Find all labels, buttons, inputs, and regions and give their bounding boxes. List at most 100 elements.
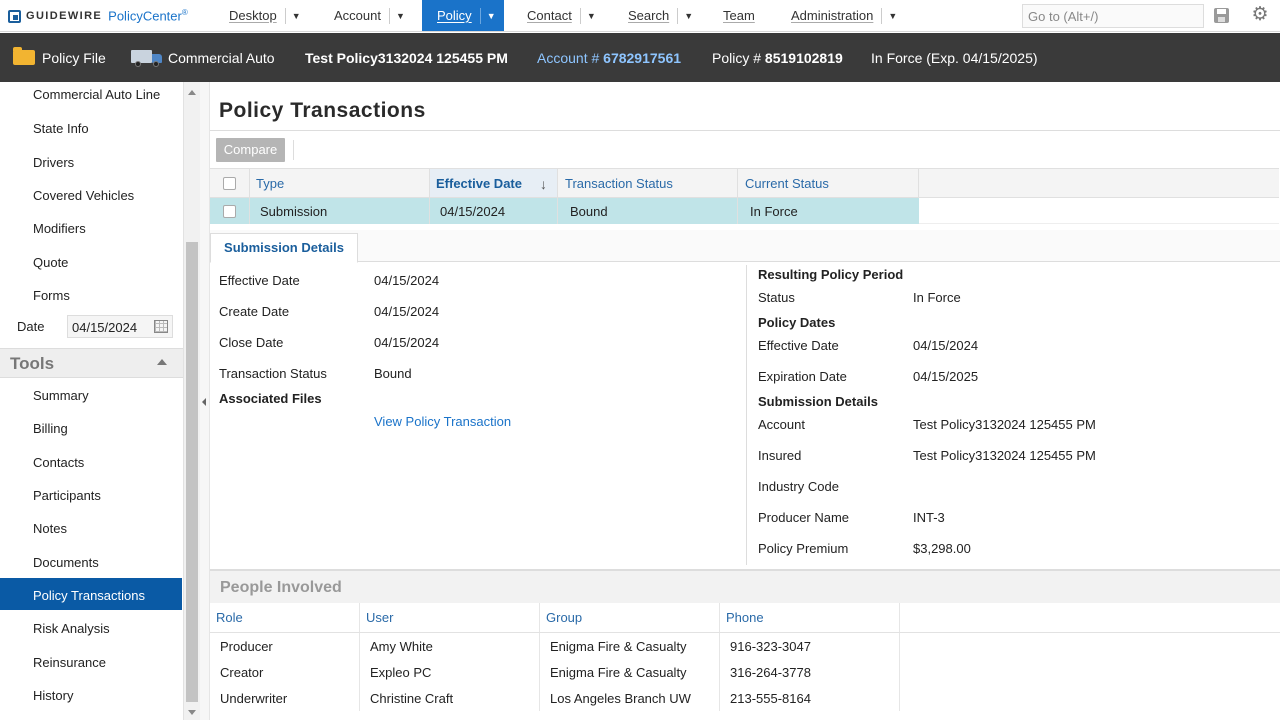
tab-submission-details[interactable]: Submission Details [210, 233, 358, 263]
sidebar-item-quote[interactable]: Quote [33, 255, 68, 270]
cell-phone: 916-323-3047 [720, 633, 900, 659]
chevron-down-icon[interactable]: ▼ [388, 7, 405, 24]
insured-name: Test Policy3132024 125455 PM [305, 49, 508, 66]
detail-value-account: Test Policy3132024 125455 PM [913, 417, 1096, 432]
sidebar-item-summary[interactable]: Summary [33, 388, 89, 403]
cell-phone: 316-264-3778 [720, 659, 900, 685]
column-header-type[interactable]: Type [250, 169, 430, 197]
cell-role: Creator [210, 659, 360, 685]
row-checkbox[interactable] [223, 204, 236, 218]
scroll-up-icon[interactable] [188, 90, 196, 95]
sidebar-item-policy-transactions[interactable]: Policy Transactions [33, 588, 145, 603]
gear-icon[interactable]: ⚙ [1250, 5, 1270, 25]
tools-header[interactable]: Tools [0, 348, 183, 378]
column-header-transaction-status[interactable]: Transaction Status [558, 169, 738, 197]
detail-label-policy-effective-date: Effective Date [758, 338, 839, 353]
sidebar-item-commercial-auto-line[interactable]: Commercial Auto Line [33, 87, 160, 102]
row-checkbox-cell[interactable] [210, 198, 250, 224]
detail-label-close-date: Close Date [219, 335, 284, 350]
detail-value-policy-effective-date: 04/15/2024 [913, 338, 979, 353]
policy-dates-heading: Policy Dates [758, 315, 836, 330]
chevron-down-icon[interactable]: ▼ [677, 7, 693, 24]
nav-team[interactable]: Team [723, 0, 755, 31]
panel-splitter[interactable] [200, 82, 210, 720]
sidebar-item-billing[interactable]: Billing [33, 421, 68, 436]
sidebar-item-reinsurance[interactable]: Reinsurance [33, 655, 106, 670]
detail-value-transaction-status: Bound [374, 366, 412, 381]
sidebar: Commercial Auto Line State Info Drivers … [0, 82, 183, 720]
detail-value-producer-name: INT-3 [913, 510, 945, 525]
column-header-group[interactable]: Group [540, 603, 720, 632]
line-of-business: Commercial Auto [131, 33, 275, 82]
column-header-phone[interactable]: Phone [720, 603, 900, 632]
sidebar-item-state-info[interactable]: State Info [33, 121, 89, 136]
sidebar-item-documents[interactable]: Documents [33, 555, 99, 570]
chevron-down-icon[interactable]: ▼ [479, 7, 496, 24]
cell-user[interactable]: Amy White [360, 633, 540, 659]
sidebar-item-forms[interactable]: Forms [33, 288, 70, 303]
cell-effective-date: 04/15/2024 [430, 198, 558, 224]
select-all-checkbox-cell[interactable] [210, 169, 250, 197]
people-involved-header: People Involved [210, 569, 1280, 603]
sidebar-item-participants[interactable]: Participants [33, 488, 101, 503]
sidebar-item-covered-vehicles[interactable]: Covered Vehicles [33, 188, 134, 203]
sidebar-item-drivers[interactable]: Drivers [33, 155, 74, 170]
details-tab-bar: Submission Details [210, 230, 1280, 263]
sort-descending-icon: ↓ [540, 176, 547, 192]
top-navigation: GUIDEWIRE PolicyCenter® Desktop ▼ Accoun… [0, 0, 1280, 32]
nav-account[interactable]: Account ▼ [334, 0, 405, 31]
page-title: Policy Transactions [219, 99, 426, 122]
policy-status: In Force (Exp. 04/15/2025) [871, 49, 1038, 66]
column-header-current-status[interactable]: Current Status [738, 169, 919, 197]
cell-group: Los Angeles Branch UW [540, 685, 720, 711]
table-header-row: Type Effective Date ↓ Transaction Status… [210, 168, 1279, 198]
sidebar-scrollbar[interactable] [183, 82, 200, 720]
cell-user[interactable]: Expleo PC [360, 659, 540, 685]
chevron-down-icon[interactable]: ▼ [284, 7, 301, 24]
calendar-icon[interactable] [154, 320, 168, 333]
date-label: Date [17, 319, 45, 334]
sidebar-item-risk-analysis[interactable]: Risk Analysis [33, 621, 110, 636]
cell-role: Underwriter [210, 685, 360, 711]
policy-file-label[interactable]: Policy File [13, 33, 106, 82]
table-row: Underwriter Christine Craft Los Angeles … [210, 685, 900, 711]
nav-desktop[interactable]: Desktop ▼ [229, 0, 301, 31]
cell-user[interactable]: Christine Craft [360, 685, 540, 711]
detail-value-effective-date: 04/15/2024 [374, 273, 440, 288]
collapse-left-icon[interactable] [202, 398, 206, 406]
column-header-user[interactable]: User [360, 603, 540, 632]
account-link[interactable]: Account # 6782917561 [537, 33, 681, 82]
view-policy-transaction-link[interactable]: View Policy Transaction [374, 414, 511, 429]
compare-button[interactable]: Compare [216, 138, 285, 162]
sidebar-item-notes[interactable]: Notes [33, 521, 67, 536]
save-icon[interactable] [1214, 8, 1229, 23]
table-row[interactable]: Submission 04/15/2024 Bound In Force [210, 198, 919, 224]
chevron-down-icon[interactable]: ▼ [881, 7, 897, 24]
sidebar-item-contacts[interactable]: Contacts [33, 455, 84, 470]
goto-input[interactable]: Go to (Alt+/) [1022, 4, 1204, 28]
scrollbar-thumb[interactable] [186, 242, 198, 702]
table-row-filler [919, 198, 1279, 224]
date-input[interactable]: 04/15/2024 [67, 315, 173, 338]
select-all-checkbox[interactable] [223, 176, 236, 190]
column-header-role[interactable]: Role [210, 603, 360, 632]
sidebar-item-history[interactable]: History [33, 688, 73, 703]
detail-value-insured: Test Policy3132024 125455 PM [913, 448, 1096, 463]
collapse-icon[interactable] [157, 359, 167, 365]
detail-label-create-date: Create Date [219, 304, 290, 319]
people-table-header: Role User Group Phone [210, 603, 1280, 633]
sidebar-item-modifiers[interactable]: Modifiers [33, 221, 86, 236]
chevron-down-icon[interactable]: ▼ [579, 7, 596, 24]
scroll-down-icon[interactable] [188, 710, 196, 715]
detail-label-status: Status [758, 290, 795, 305]
column-header-effective-date[interactable]: Effective Date ↓ [430, 169, 558, 197]
detail-label-industry-code: Industry Code [758, 479, 839, 494]
nav-administration[interactable]: Administration ▼ [791, 0, 897, 31]
associated-files-heading: Associated Files [219, 391, 322, 406]
policy-number: Policy # 8519102819 [712, 49, 843, 66]
nav-contact[interactable]: Contact ▼ [527, 0, 596, 31]
detail-label-effective-date: Effective Date [219, 273, 300, 288]
nav-policy[interactable]: Policy ▼ [422, 0, 504, 31]
nav-search[interactable]: Search ▼ [628, 0, 693, 31]
guidewire-logo[interactable]: GUIDEWIRE PolicyCenter® [8, 7, 188, 25]
